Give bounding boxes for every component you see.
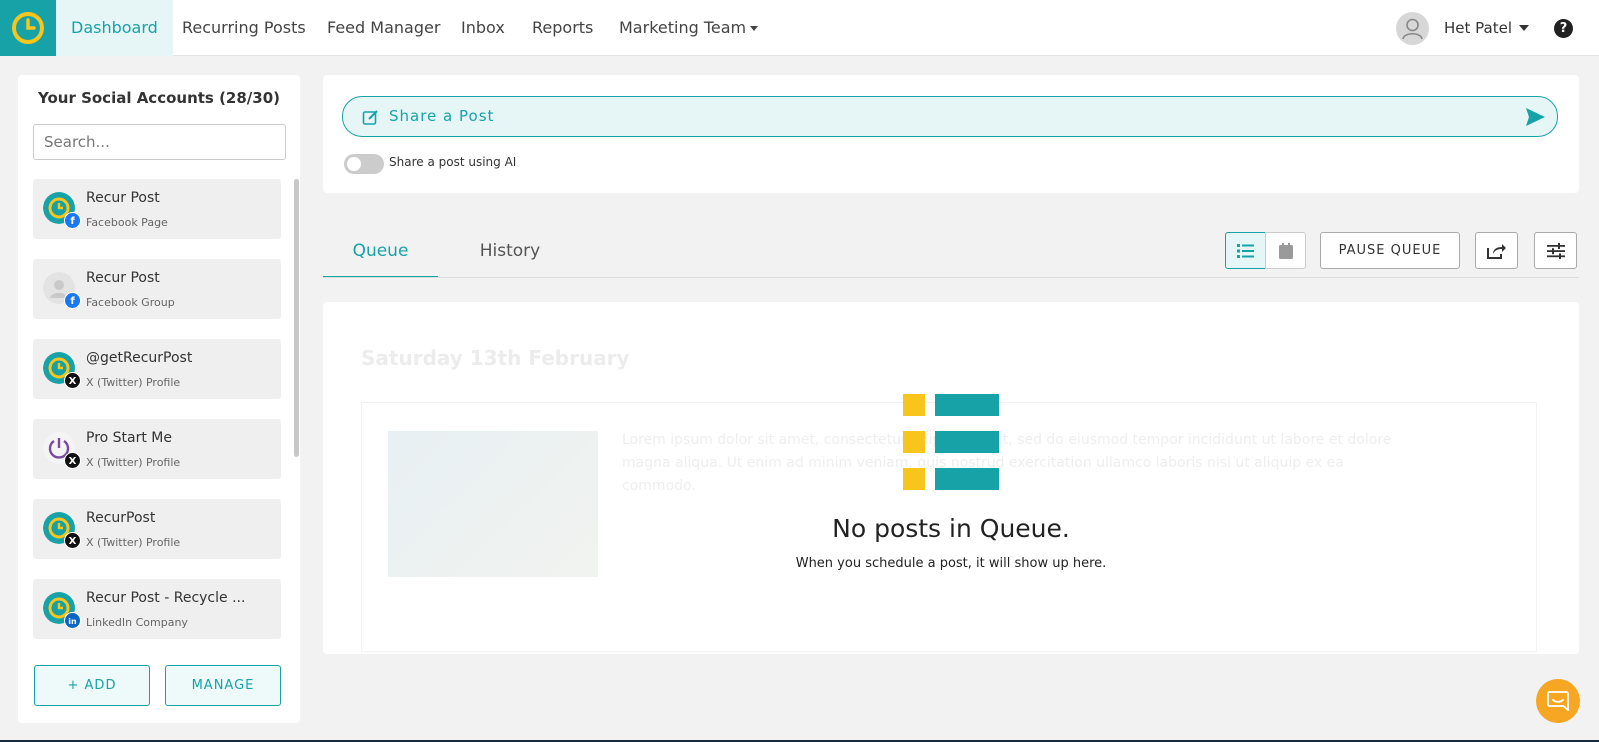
nav-inbox[interactable]: Inbox [461,0,505,56]
user-name[interactable]: Het Patel [1444,0,1512,56]
user-avatar[interactable] [1396,12,1429,45]
caret-down-icon [750,26,759,31]
account-item[interactable]: f Recur Post Facebook Page [33,179,281,239]
nav-marketing-team[interactable]: Marketing Team [619,0,759,56]
facebook-badge-icon: f [64,292,81,309]
user-menu-caret-icon[interactable] [1519,25,1529,31]
share-post-card: Share a Post Share a post using AI [323,75,1579,193]
user-silhouette-icon [1402,18,1423,40]
account-type: X (Twitter) Profile [86,376,181,389]
account-name: Recur Post [86,190,160,206]
pause-queue-button[interactable]: PAUSE QUEUE [1320,232,1460,269]
account-item[interactable]: f Recur Post Facebook Group [33,259,281,319]
edit-icon [362,110,378,125]
nav-feed-manager[interactable]: Feed Manager [327,0,440,56]
list-view-button[interactable] [1225,232,1266,269]
ai-share-toggle-label: Share a post using AI [389,155,517,169]
social-accounts-panel: Your Social Accounts (28/30) f Recur Pos… [18,75,300,723]
account-name: Recur Post [86,270,160,286]
send-icon[interactable] [1525,107,1546,127]
account-list-scrollbar[interactable] [294,179,299,457]
sliders-icon [1546,242,1565,259]
social-accounts-title: Your Social Accounts (28/30) [37,89,281,107]
share-export-icon [1487,243,1506,259]
queue-panel: Saturday 13th February Lorem ipsum dolor… [323,302,1579,654]
recurpost-logo[interactable] [0,0,56,56]
question-circle-icon[interactable]: ? [1554,19,1573,38]
add-account-button[interactable]: + ADD [34,665,150,706]
placeholder-date: Saturday 13th February [361,346,630,370]
facebook-badge-icon: f [64,212,81,229]
placeholder-text: Lorem ipsum dolor sit amet, consectetur … [622,432,1392,494]
nav-recurring-posts[interactable]: Recurring Posts [182,0,306,56]
clock-logo-icon [12,12,44,44]
export-button[interactable] [1475,232,1518,269]
empty-queue-illustration-icon [903,394,999,490]
account-name: RecurPost [86,510,156,526]
calendar-view-button[interactable] [1265,232,1306,269]
nav-marketing-team-label: Marketing Team [619,18,747,37]
account-search-input[interactable] [33,124,286,160]
ai-share-toggle[interactable] [344,154,384,174]
share-post-bar[interactable]: Share a Post [342,96,1558,137]
tabs-divider [323,277,1579,278]
account-type: X (Twitter) Profile [86,456,181,469]
toggle-knob [347,157,361,171]
share-post-label: Share a Post [389,107,495,125]
account-name: Recur Post - Recycle ... [86,590,246,606]
tab-history[interactable]: History [455,228,565,278]
empty-queue-subtitle: When you schedule a post, it will show u… [795,556,1107,571]
x-twitter-badge-icon: X [64,372,81,389]
empty-queue-title: No posts in Queue. [832,514,1070,543]
list-icon [1237,243,1254,258]
calendar-icon [1278,242,1293,259]
account-type: X (Twitter) Profile [86,536,181,549]
manage-accounts-button[interactable]: MANAGE [165,665,281,706]
nav-reports[interactable]: Reports [532,0,593,56]
account-type: Facebook Group [86,296,175,309]
filter-settings-button[interactable] [1534,232,1577,269]
tab-queue[interactable]: Queue [323,228,438,278]
account-type: Facebook Page [86,216,168,229]
account-item[interactable]: X RecurPost X (Twitter) Profile [33,499,281,559]
chat-support-button[interactable] [1536,679,1580,723]
chat-bubble-icon [1547,691,1569,711]
account-item[interactable]: in Recur Post - Recycle ... LinkedIn Com… [33,579,281,639]
account-type: LinkedIn Company [86,616,188,629]
nav-dashboard[interactable]: Dashboard [56,0,173,56]
account-item[interactable]: X @getRecurPost X (Twitter) Profile [33,339,281,399]
account-item[interactable]: X Pro Start Me X (Twitter) Profile [33,419,281,479]
x-twitter-badge-icon: X [64,452,81,469]
account-list: f Recur Post Facebook Page f Recur Post … [33,179,281,715]
linkedin-badge-icon: in [64,612,81,629]
top-nav: Dashboard Recurring Posts Feed Manager I… [0,0,1599,56]
account-name: Pro Start Me [86,430,173,446]
x-twitter-badge-icon: X [64,532,81,549]
account-name: @getRecurPost [86,350,193,366]
